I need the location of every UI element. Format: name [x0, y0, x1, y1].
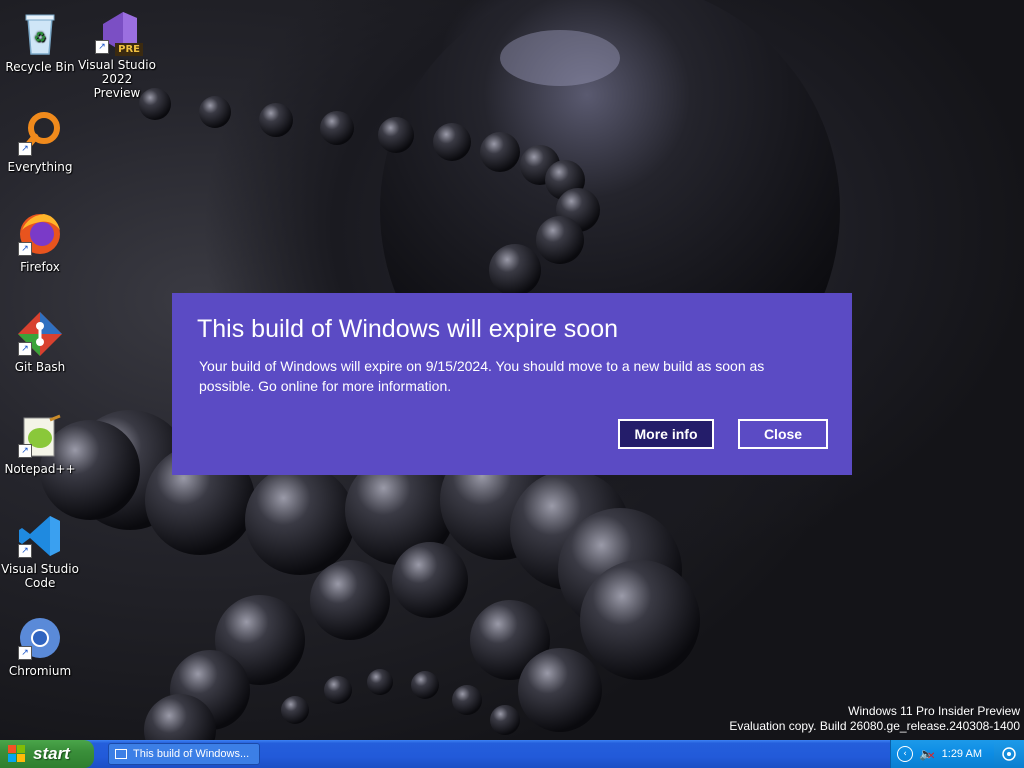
firefox-icon: ↗: [16, 210, 64, 258]
start-button[interactable]: start: [0, 740, 94, 768]
dialog-message: Your build of Windows will expire on 9/1…: [199, 358, 765, 394]
desktop-icon-recycle-bin[interactable]: ♻ Recycle Bin: [0, 10, 80, 74]
shortcut-arrow-icon: ↗: [18, 544, 32, 558]
expiry-notification-dialog: This build of Windows will expire soon Y…: [172, 293, 852, 475]
shortcut-arrow-icon: ↗: [18, 444, 32, 458]
system-tray: ‹ 🔈 ✕ 1:29 AM: [890, 740, 994, 768]
desktop-icon-firefox[interactable]: ↗ Firefox: [0, 210, 80, 274]
windows-flag-icon: [8, 745, 26, 763]
desktop-icon-git-bash[interactable]: ↗ Git Bash: [0, 310, 80, 374]
watermark-edition: Windows 11 Pro Insider Preview: [848, 704, 1020, 718]
start-label: start: [33, 744, 70, 763]
everything-search-icon: ↗: [16, 110, 64, 158]
desktop-icon-label: Everything: [7, 160, 73, 174]
desktop-icon-visual-studio-preview[interactable]: PRE ↗ Visual Studio 2022 Preview: [77, 8, 157, 100]
desktop-icon-label: Code: [24, 576, 56, 590]
shortcut-arrow-icon: ↗: [18, 242, 32, 256]
more-info-button[interactable]: More info: [618, 419, 714, 449]
desktop-icon-label: Git Bash: [14, 360, 66, 374]
svg-text:♻: ♻: [34, 30, 47, 46]
watermark-build: Evaluation copy. Build 26080.ge_release.…: [729, 719, 1020, 733]
shortcut-arrow-icon: ↗: [18, 646, 32, 660]
desktop-icon-label: Visual Studio: [1, 562, 79, 576]
desktop-icon-everything[interactable]: ↗ Everything: [0, 110, 80, 174]
shortcut-arrow-icon: ↗: [18, 142, 32, 156]
preview-badge: PRE: [115, 43, 143, 56]
tray-clock[interactable]: 1:29 AM: [942, 748, 982, 760]
visual-studio-icon: PRE ↗: [93, 8, 143, 56]
recycle-bin-icon: ♻: [16, 10, 64, 58]
window-icon: [115, 749, 127, 759]
taskbar: start This build of Windows... ‹ 🔈 ✕ 1:29…: [0, 740, 1024, 768]
evaluation-watermark: Windows 11 Pro Insider Preview Evaluatio…: [729, 704, 1020, 734]
taskbar-window-button[interactable]: This build of Windows...: [108, 743, 260, 765]
chevron-left-icon[interactable]: ‹: [897, 746, 913, 762]
desktop-icon-label: Notepad++: [4, 462, 76, 476]
git-bash-icon: ↗: [16, 310, 64, 358]
desktop-icon-chromium[interactable]: ↗ Chromium: [0, 614, 80, 678]
desktop-icon-label: Visual Studio: [78, 58, 156, 72]
desktop-icon-label: 2022 Preview: [93, 72, 141, 100]
notepad-plus-plus-icon: ↗: [16, 412, 64, 460]
dialog-title: This build of Windows will expire soon: [197, 315, 619, 343]
close-button[interactable]: Close: [738, 419, 828, 449]
desktop-icon-label: Chromium: [8, 664, 72, 678]
desktop-icon-label: Firefox: [20, 260, 60, 274]
shortcut-arrow-icon: ↗: [18, 342, 32, 356]
vscode-icon: ↗: [16, 512, 64, 560]
volume-muted-icon[interactable]: 🔈 ✕: [919, 747, 935, 762]
desktop-icon-label: Recycle Bin: [5, 60, 75, 74]
taskbar-window-label: This build of Windows...: [133, 748, 250, 760]
desktop-icon-notepad-plus-plus[interactable]: ↗ Notepad++: [0, 412, 80, 476]
chromium-icon: ↗: [16, 614, 64, 662]
desktop-icon-vscode[interactable]: ↗ Visual Studio Code: [0, 512, 80, 590]
shortcut-arrow-icon: ↗: [95, 40, 109, 54]
show-desktop-icon[interactable]: [994, 740, 1024, 768]
